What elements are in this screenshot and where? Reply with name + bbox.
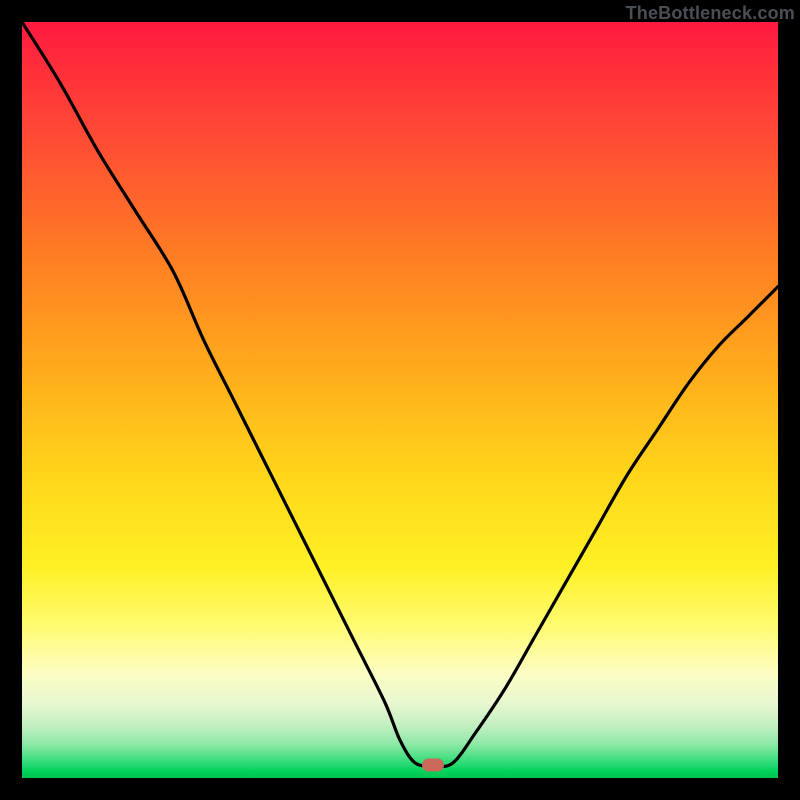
- attribution-label: TheBottleneck.com: [626, 3, 795, 24]
- plot-area: [22, 22, 778, 778]
- bottleneck-curve: [22, 22, 778, 778]
- outer-frame: TheBottleneck.com: [0, 0, 800, 800]
- optimal-point-marker: [422, 759, 444, 772]
